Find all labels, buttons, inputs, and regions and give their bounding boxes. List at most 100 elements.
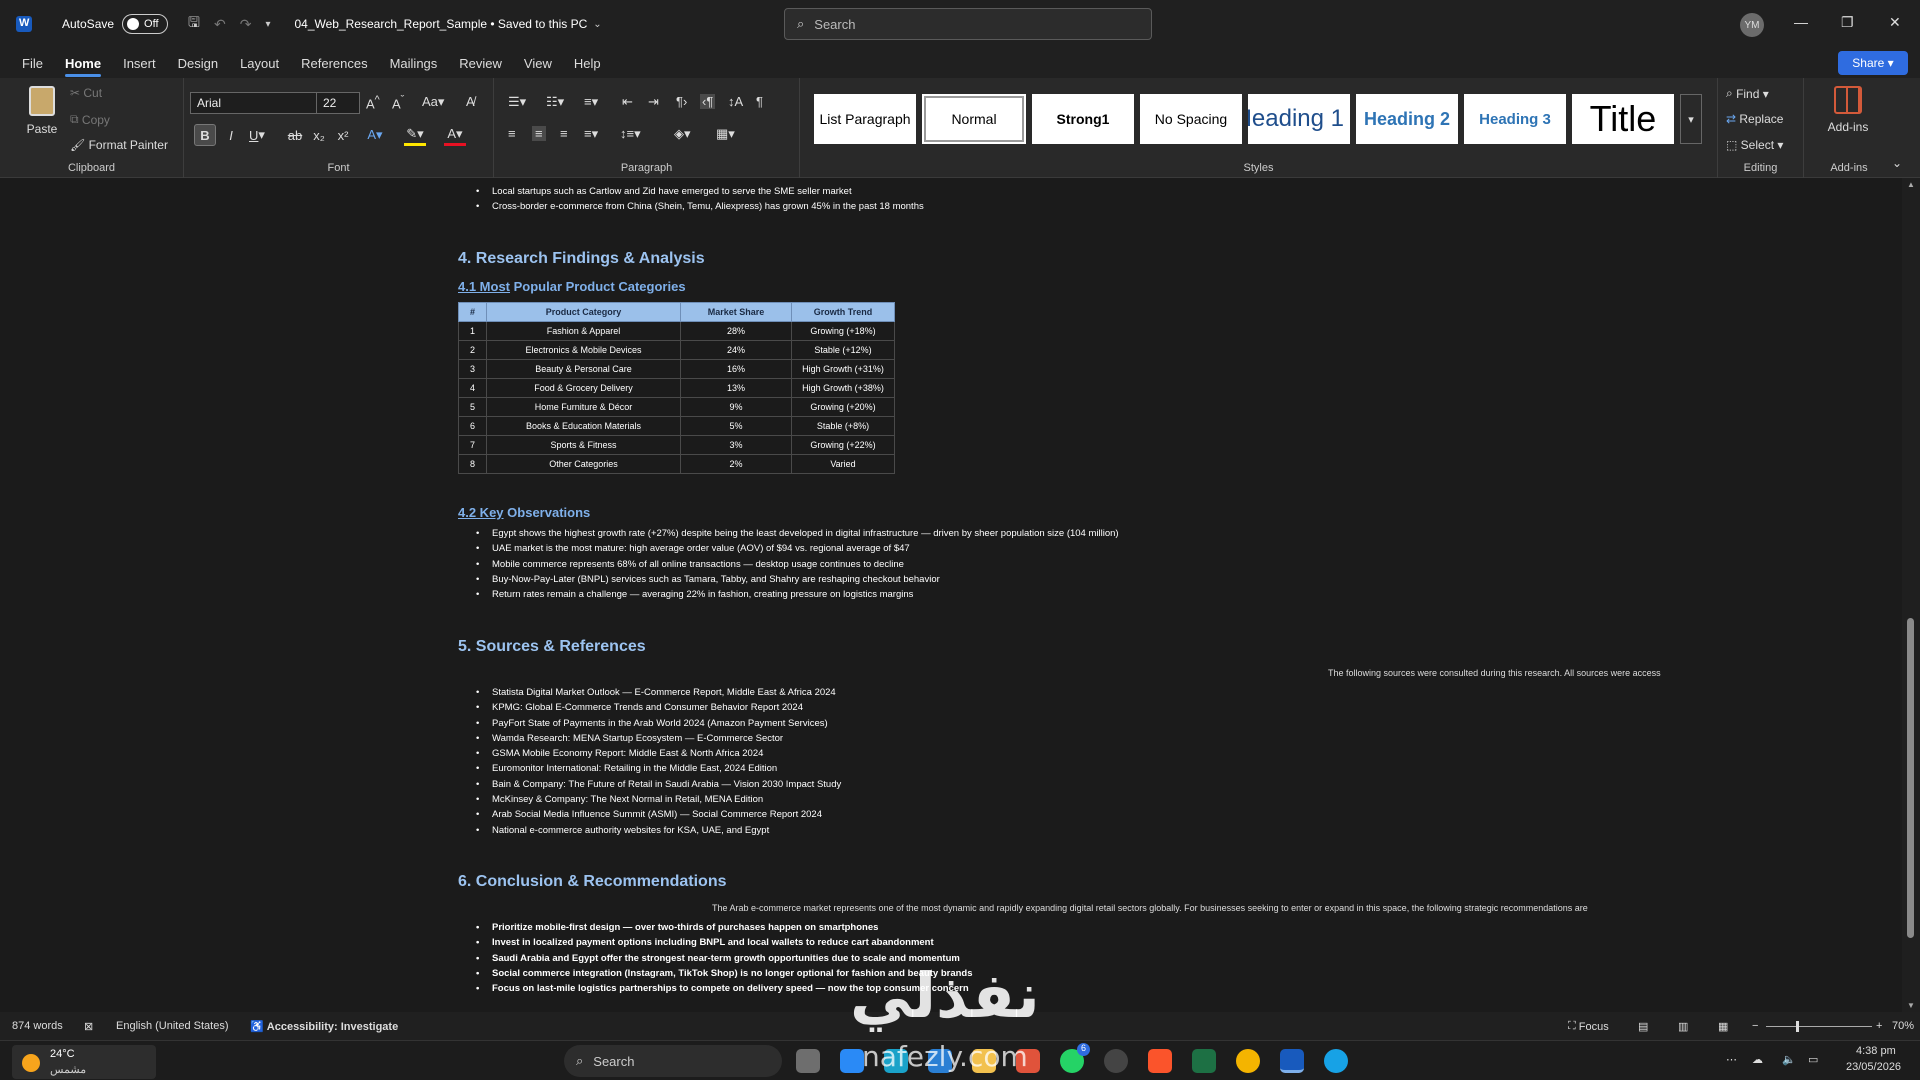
- grow-font-icon[interactable]: A^: [366, 94, 380, 111]
- read-mode-icon[interactable]: ▤: [1638, 1020, 1648, 1033]
- tab-file[interactable]: File: [22, 50, 43, 77]
- collapse-ribbon-icon[interactable]: ⌄: [1892, 156, 1902, 170]
- tray-overflow-icon[interactable]: ⋯: [1726, 1053, 1737, 1066]
- italic-button[interactable]: I: [220, 124, 242, 146]
- zoom-slider[interactable]: [1766, 1021, 1872, 1032]
- style-normal[interactable]: Normal: [922, 94, 1026, 144]
- justify-icon[interactable]: ≡▾: [584, 126, 598, 142]
- tab-design[interactable]: Design: [178, 50, 218, 77]
- customize-qat-icon[interactable]: ▾: [265, 19, 270, 30]
- word-taskbar-icon[interactable]: [1280, 1049, 1304, 1073]
- battery-icon[interactable]: ▭: [1808, 1053, 1818, 1066]
- chevron-down-icon[interactable]: ⌄: [593, 19, 601, 30]
- document-page[interactable]: Local startups such as Cartlow and Zid h…: [0, 178, 1902, 1012]
- increase-indent-icon[interactable]: ⇥: [648, 94, 659, 110]
- whatsapp-icon[interactable]: 6: [1060, 1043, 1090, 1073]
- font-color-icon[interactable]: A▾: [444, 124, 466, 146]
- highlight-icon[interactable]: ✎▾: [404, 124, 426, 146]
- store-icon[interactable]: [840, 1049, 864, 1073]
- paste-button[interactable]: Paste: [22, 86, 62, 136]
- close-icon[interactable]: ✕: [1889, 14, 1901, 31]
- font-family-select[interactable]: Arial: [190, 92, 320, 114]
- word-count[interactable]: 874 words: [12, 1020, 63, 1032]
- font-size-select[interactable]: 22: [316, 92, 360, 114]
- show-marks-icon[interactable]: ¶: [756, 94, 763, 109]
- tab-review[interactable]: Review: [459, 50, 502, 77]
- minimize-icon[interactable]: —: [1794, 14, 1808, 30]
- excel-icon[interactable]: [1192, 1049, 1216, 1073]
- brave-icon[interactable]: [1148, 1049, 1172, 1073]
- onedrive-icon[interactable]: ☁: [1752, 1053, 1763, 1066]
- borders-icon[interactable]: ▦▾: [716, 126, 735, 142]
- volume-icon[interactable]: 🔈: [1782, 1053, 1796, 1066]
- ltr-icon[interactable]: ¶›: [676, 94, 687, 109]
- style-no-spacing[interactable]: No Spacing: [1140, 94, 1242, 144]
- zoom-out-icon[interactable]: −: [1752, 1020, 1758, 1032]
- print-layout-icon[interactable]: ▥: [1678, 1020, 1688, 1033]
- proofing-icon[interactable]: ⊠: [84, 1020, 93, 1033]
- focus-button[interactable]: ⛶ Focus: [1568, 1020, 1609, 1033]
- scroll-up-icon[interactable]: ▲: [1907, 180, 1915, 189]
- shrink-font-icon[interactable]: Aˇ: [392, 94, 404, 111]
- addins-button[interactable]: Add-ins: [1818, 86, 1878, 134]
- copilot-icon[interactable]: [1324, 1049, 1348, 1073]
- copy-button[interactable]: ⧉ Copy: [70, 112, 110, 127]
- clear-formatting-icon[interactable]: A̸: [466, 94, 475, 109]
- style-heading-2[interactable]: Heading 2: [1356, 94, 1458, 144]
- weather-widget[interactable]: 24°C مشمس: [12, 1045, 156, 1079]
- change-case-icon[interactable]: Aa▾: [422, 94, 444, 110]
- strikethrough-button[interactable]: ab: [284, 124, 306, 146]
- superscript-button[interactable]: x²: [332, 124, 354, 146]
- redo-icon[interactable]: ↷: [240, 16, 252, 33]
- tab-home[interactable]: Home: [64, 50, 102, 77]
- subscript-button[interactable]: x₂: [308, 124, 330, 146]
- shading-icon[interactable]: ◈▾: [674, 126, 691, 142]
- tab-view[interactable]: View: [524, 50, 552, 77]
- share-button[interactable]: Share ▾: [1838, 51, 1908, 75]
- document-canvas[interactable]: Local startups such as Cartlow and Zid h…: [0, 178, 1902, 1012]
- find-button[interactable]: ⌕ Find ▾: [1726, 86, 1769, 101]
- style-heading-3[interactable]: Heading 3: [1464, 94, 1566, 144]
- style-title[interactable]: Title: [1572, 94, 1674, 144]
- web-layout-icon[interactable]: ▦: [1718, 1020, 1728, 1033]
- multilevel-list-icon[interactable]: ≡▾: [584, 94, 598, 110]
- tab-layout[interactable]: Layout: [240, 50, 279, 77]
- line-spacing-icon[interactable]: ↕≡▾: [620, 126, 641, 142]
- cut-button[interactable]: ✂ Cut: [70, 86, 102, 100]
- undo-icon[interactable]: ↶: [214, 16, 226, 33]
- document-title[interactable]: 04_Web_Research_Report_Sample • Saved to…: [294, 17, 587, 31]
- style-list-paragraph[interactable]: List Paragraph: [814, 94, 916, 144]
- style-strong1[interactable]: Strong1: [1032, 94, 1134, 144]
- scroll-down-icon[interactable]: ▼: [1907, 1001, 1915, 1010]
- decrease-indent-icon[interactable]: ⇤: [622, 94, 633, 110]
- clock-time[interactable]: 4:38 pm: [1856, 1045, 1896, 1057]
- vertical-scrollbar[interactable]: ▲ ▼: [1902, 178, 1920, 1012]
- select-button[interactable]: ⬚ Select ▾: [1726, 138, 1783, 152]
- clock-date[interactable]: 23/05/2026: [1846, 1061, 1901, 1073]
- format-painter-button[interactable]: 🖌 Format Painter: [70, 138, 168, 152]
- tab-help[interactable]: Help: [574, 50, 601, 77]
- align-center-icon[interactable]: ≡: [532, 126, 546, 141]
- replace-button[interactable]: ⇄ Replace: [1726, 112, 1783, 126]
- search-input[interactable]: ⌕ Search: [784, 8, 1152, 40]
- zoom-slider-thumb[interactable]: [1796, 1021, 1799, 1032]
- taskbar-search[interactable]: ⌕ Search: [564, 1045, 782, 1077]
- underline-button[interactable]: U ▾: [246, 124, 268, 146]
- align-right-icon[interactable]: ≡: [560, 126, 568, 141]
- rtl-icon[interactable]: ‹¶: [700, 94, 716, 109]
- style-heading-1[interactable]: Heading 1: [1248, 94, 1350, 144]
- zoom-in-icon[interactable]: +: [1876, 1020, 1882, 1032]
- text-effects-icon[interactable]: A▾: [364, 124, 386, 146]
- align-left-icon[interactable]: ≡: [508, 126, 516, 141]
- accessibility-indicator[interactable]: ♿ Accessibility: Investigate: [250, 1020, 398, 1034]
- save-icon[interactable]: 🖫: [188, 12, 200, 36]
- avatar[interactable]: YM: [1740, 13, 1764, 37]
- language-indicator[interactable]: English (United States): [116, 1020, 229, 1032]
- chatgpt-icon[interactable]: [1104, 1049, 1128, 1073]
- autosave-toggle[interactable]: Off: [122, 14, 169, 34]
- task-view-icon[interactable]: [796, 1049, 820, 1073]
- bold-button[interactable]: B: [194, 124, 216, 146]
- tab-references[interactable]: References: [301, 50, 367, 77]
- zoom-level[interactable]: 70%: [1892, 1020, 1914, 1032]
- tab-insert[interactable]: Insert: [123, 50, 156, 77]
